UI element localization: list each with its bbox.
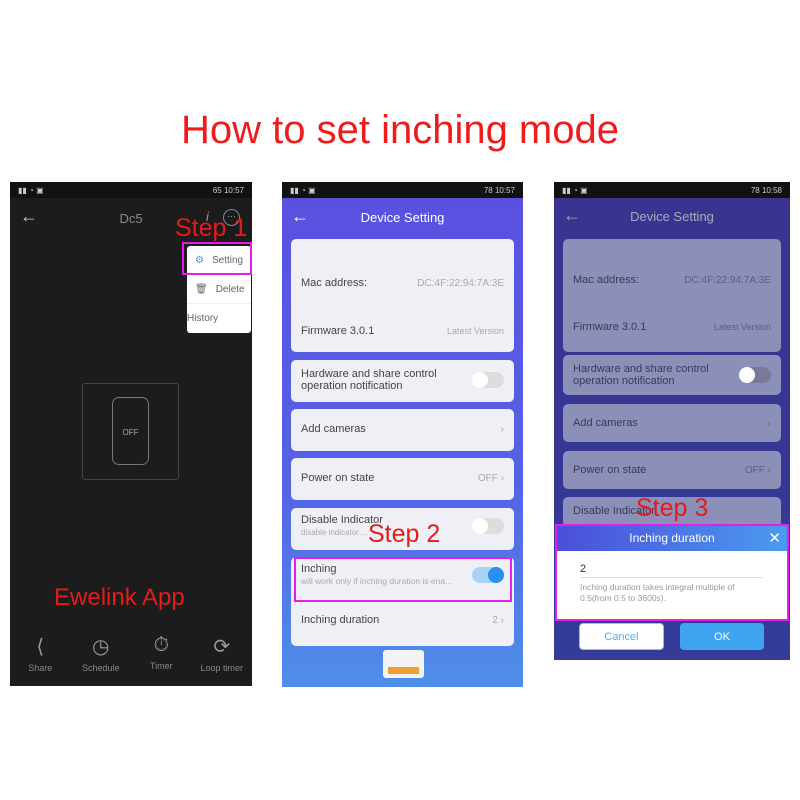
signal-icons: ▮▮ ◔ ▣ [562,185,588,195]
firmware-status: Latest Version [713,322,771,332]
app-label: Ewelink App [54,584,185,611]
signal-icons: ▮▮ ◔ ▣ [290,185,316,195]
cancel-button[interactable]: Cancel [579,623,664,650]
nav-schedule[interactable]: ◷ Schedule [71,634,131,673]
power-on-label: Power on state [301,472,375,484]
step-3-label: Step 3 [636,494,709,522]
firmware-status: Latest Version [446,326,504,336]
step-1-highlight [182,242,252,275]
power-switch-button[interactable]: OFF [112,397,149,465]
hardware-notif-toggle[interactable] [739,367,771,383]
mac-label: Mac address: [573,274,640,286]
hardware-notification-row: Hardware and share control operation not… [563,355,781,395]
inching-dialog-screen: ▮▮ ◔ ▣ 78 10:58 ← Device Setting Mac addr… [554,182,790,660]
menu-label: History [187,313,219,324]
page-title: How to set inching mode [180,108,619,152]
hardware-notification-row: Hardware and share control operation not… [291,360,514,402]
add-cameras-label: Add cameras [301,423,366,435]
duration-input[interactable]: 2 [580,563,763,578]
nav-label: Timer [149,661,173,671]
device-info-card: Mac address: DC:4F:22:94:7A:3E Firmware 3… [563,239,781,352]
chevron-right-icon: › [500,614,504,626]
header-title: Device Setting [630,209,714,224]
power-on-state-row[interactable]: Power on state OFF › [563,451,781,489]
step-1-label: Step 1 [175,214,248,242]
status-bar: ▮▮ ◔ ▣ 78 10:57 [282,182,523,198]
step-2-highlight [294,557,512,602]
nav-loop-timer[interactable]: ⟳ Loop timer [192,634,252,673]
dialog-title: Inching duration [629,531,715,545]
inching-duration-value: 2 [492,614,498,626]
menu-item-delete[interactable]: 🗑 Delete [187,275,251,304]
dialog-header: Inching duration ✕ [557,526,787,551]
power-on-value: OFF [744,464,765,476]
switch-plate: OFF [82,383,179,480]
ok-button[interactable]: OK [680,623,764,650]
nav-label: Share [28,663,53,673]
status-time: 10:58 [761,185,782,195]
status-bar: ▮▮ ◔ ▣ 78 10:58 [554,182,790,198]
chevron-right-icon: › [500,423,504,435]
menu-label: Delete [215,283,245,295]
disable-indicator-toggle[interactable] [472,518,504,534]
loop-icon: ⟳ [213,636,231,658]
menu-item-history[interactable]: History [187,304,251,333]
add-cameras-row[interactable]: Add cameras › [291,409,514,451]
nav-label: Loop timer [200,663,244,673]
hardware-notif-toggle[interactable] [472,372,504,388]
device-info-card: Mac address: DC:4F:22:94:7A:3E Firmware 3… [291,239,514,352]
hardware-notif-label: Hardware and share control operation not… [301,368,437,392]
power-on-state-row[interactable]: Power on state OFF › [291,458,514,500]
inching-duration-dialog: Inching duration ✕ 2 Inching duration ta… [555,524,789,621]
battery: 78 [750,185,760,195]
nav-share[interactable]: ⟨ Share [10,634,70,673]
bottom-nav: ⟨ Share ◷ Schedule ⏱ Timer ⟳ Loop timer [10,634,252,673]
status-time: 10:57 [223,185,244,195]
power-on-label: Power on state [573,464,647,476]
hardware-notif-label: Hardware and share control operation not… [573,363,709,387]
dialog-hint: Inching duration takes integral multiple… [580,582,735,603]
inching-duration-row[interactable]: Inching duration 2 › [301,614,504,626]
power-on-value: OFF [477,472,498,484]
step-2-label: Step 2 [368,520,441,548]
chevron-right-icon: › [500,472,504,484]
firmware-label: Firmware 3.0.1 [573,321,647,333]
support-logo [383,650,424,678]
signal-icons: ▮▮ ◔ ▣ [18,185,44,195]
inching-duration-label: Inching duration [301,614,380,626]
add-cameras-row[interactable]: Add cameras › [563,404,781,442]
add-cameras-label: Add cameras [573,417,638,429]
nav-label: Schedule [81,663,120,673]
disable-indicator-sub: disable indicator ... [301,528,368,537]
close-icon[interactable]: ✕ [768,526,781,551]
chevron-right-icon: › [767,417,771,429]
firmware-label: Firmware 3.0.1 [301,325,375,337]
chevron-right-icon: › [767,464,771,476]
stopwatch-icon: ⏱ [153,634,170,656]
mac-label: Mac address: [301,277,368,289]
battery: 65 [212,185,222,195]
header-title: Device Setting [360,210,445,225]
status-bar: ▮▮ ◔ ▣ 65 10:57 [10,182,252,198]
alarm-clock-icon: ◷ [92,636,110,658]
status-time: 10:57 [494,185,515,195]
ewelink-device-screen: ▮▮ ◔ ▣ 65 10:57 ← Dc5 i ··· Step 1 ⚙ Setti… [10,182,252,686]
mac-value: DC:4F:22:94:7A:3E [417,277,504,289]
nav-timer[interactable]: ⏱ Timer [131,634,191,673]
device-setting-screen: ▮▮ ◔ ▣ 78 10:57 ← Device Setting Mac addr… [282,182,523,687]
share-icon: ⟨ [36,636,45,658]
switch-state: OFF [122,428,139,437]
battery: 78 [483,185,493,195]
trash-icon: 🗑 [195,283,208,295]
mac-value: DC:4F:22:94:7A:3E [684,274,771,286]
